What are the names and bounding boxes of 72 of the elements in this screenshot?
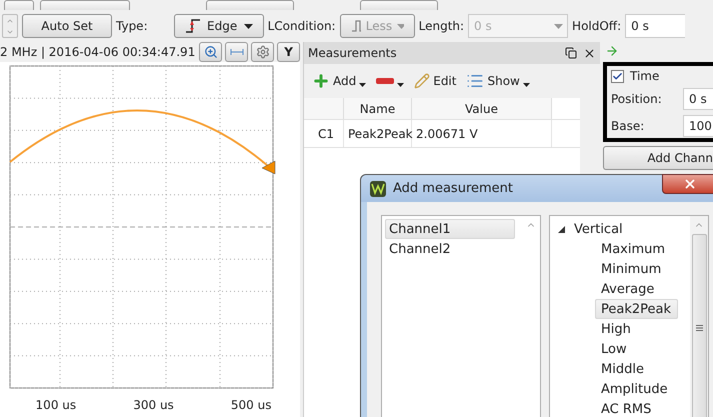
base-label: Base: bbox=[611, 118, 646, 133]
close-icon bbox=[683, 177, 697, 191]
measurement-item[interactable]: Maximum bbox=[595, 239, 672, 259]
measurement-item[interactable]: Middle bbox=[595, 359, 651, 379]
holdoff-field[interactable]: 0 s bbox=[625, 14, 686, 38]
arrow-icon bbox=[605, 44, 619, 58]
app-logo-icon bbox=[369, 180, 387, 198]
settings-icon bbox=[256, 45, 270, 59]
fit-width-icon bbox=[230, 47, 244, 57]
position-label: Position: bbox=[611, 92, 663, 106]
measurement-item[interactable]: Amplitude bbox=[595, 379, 675, 399]
acquisition-info: 2 MHz | 2016-04-06 00:34:47.91 bbox=[0, 45, 196, 59]
list-icon bbox=[466, 72, 484, 90]
add-button[interactable]: Add bbox=[312, 72, 366, 90]
edit-button[interactable]: Edit bbox=[414, 73, 456, 89]
toolbar-button[interactable] bbox=[360, 0, 438, 10]
spin-control[interactable] bbox=[2, 14, 18, 38]
minus-icon bbox=[376, 77, 394, 85]
panel-title: Measurements bbox=[308, 46, 397, 60]
measurement-item[interactable]: AC RMS bbox=[595, 399, 658, 417]
toolbar-button[interactable] bbox=[206, 0, 294, 10]
edge-icon bbox=[184, 18, 201, 34]
settings-button[interactable] bbox=[251, 42, 274, 62]
pulse-icon bbox=[350, 19, 361, 33]
measurement-item[interactable]: Minimum bbox=[595, 259, 668, 279]
lcondition-label: LCondition: bbox=[268, 19, 336, 33]
length-label: Length: bbox=[418, 19, 464, 33]
restore-icon[interactable] bbox=[565, 46, 577, 58]
zoom-button[interactable] bbox=[199, 42, 222, 62]
toolbar-button[interactable] bbox=[4, 0, 34, 10]
grip-icon bbox=[696, 325, 702, 331]
auto-set-button[interactable]: Auto Set bbox=[22, 14, 112, 38]
axis-tick-label: 300 us bbox=[132, 398, 175, 412]
remove-button[interactable] bbox=[376, 75, 404, 87]
caret-icon bbox=[554, 24, 564, 28]
type-dropdown[interactable]: Edge bbox=[174, 14, 264, 38]
measurement-item[interactable]: Peak2Peak bbox=[595, 299, 678, 319]
pencil-icon bbox=[414, 73, 430, 89]
base-field[interactable]: 100 bbox=[683, 114, 713, 137]
holdoff-label: HoldOff: bbox=[572, 19, 622, 33]
tree-group[interactable]: Vertical bbox=[553, 219, 630, 239]
zoom-icon bbox=[204, 45, 218, 59]
plus-icon bbox=[312, 72, 330, 90]
channel-item[interactable]: Channel1 bbox=[385, 219, 515, 239]
column-header: Name bbox=[344, 98, 412, 119]
caret-icon bbox=[244, 24, 253, 28]
axis-tick-label: 100 us bbox=[34, 398, 78, 412]
toolbar-button[interactable] bbox=[40, 0, 130, 10]
close-icon[interactable] bbox=[583, 46, 596, 60]
add-channel-button[interactable]: Add Chann bbox=[603, 146, 713, 170]
table-cell: Peak2Peak bbox=[344, 120, 412, 147]
table-cell: 2.00671 V bbox=[412, 120, 552, 147]
fit-button[interactable] bbox=[225, 42, 248, 62]
channel-item[interactable]: Channel2 bbox=[385, 239, 515, 259]
show-button[interactable]: Show bbox=[466, 72, 530, 90]
measurement-item[interactable]: Average bbox=[595, 279, 662, 299]
caret-icon bbox=[397, 24, 404, 28]
close-button[interactable] bbox=[662, 174, 713, 194]
type-label: Type: bbox=[116, 19, 148, 33]
time-checkbox[interactable] bbox=[611, 70, 624, 83]
scrollbar-thumb[interactable] bbox=[692, 234, 706, 417]
table-cell: C1 bbox=[304, 120, 344, 147]
y-axis-button[interactable]: Y bbox=[277, 42, 300, 62]
dialog-title: Add measurement bbox=[393, 181, 513, 196]
measurement-item[interactable]: High bbox=[595, 319, 638, 339]
measurement-item[interactable]: Low bbox=[595, 339, 634, 359]
expander-icon[interactable] bbox=[558, 226, 565, 232]
column-header: Value bbox=[412, 98, 552, 119]
time-label: Time bbox=[630, 69, 660, 84]
axis-tick-label: 500 us bbox=[230, 398, 272, 412]
position-field[interactable]: 0 s bbox=[683, 88, 713, 110]
trigger-marker bbox=[262, 160, 276, 174]
